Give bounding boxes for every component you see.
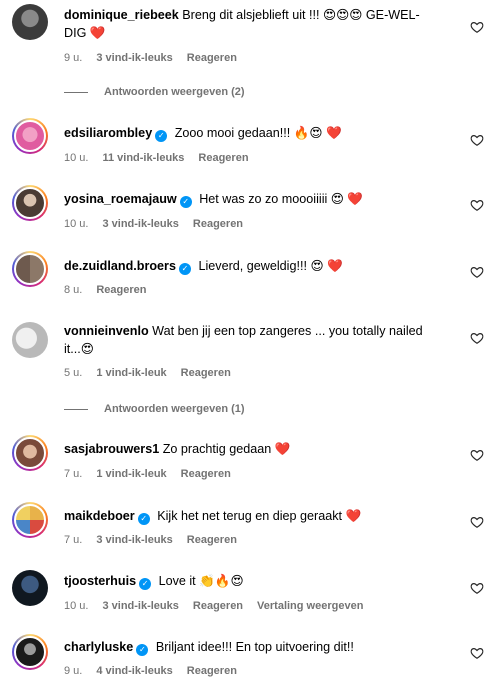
comment-meta: 10 u. 11 vind-ik-leuks Reageren	[64, 152, 263, 164]
comment-meta: 7 u. 3 vind-ik-leuks Reageren	[64, 534, 251, 546]
comment-likes[interactable]: 1 vind-ik-leuk	[96, 468, 166, 480]
verified-badge-icon: ✓	[137, 513, 150, 525]
heart-emoji: ❤️	[274, 442, 291, 456]
avatar[interactable]	[12, 118, 48, 154]
avatar[interactable]	[12, 570, 48, 606]
comment-username[interactable]: yosina_roemajauw	[64, 192, 177, 206]
comment-username[interactable]: sasjabrouwers1	[64, 442, 159, 456]
avatar[interactable]	[12, 435, 48, 471]
comment-meta: 8 u. Reageren	[64, 284, 161, 296]
heart-emoji: ❤️	[327, 259, 343, 273]
heart-outline-icon[interactable]	[470, 198, 484, 212]
comment-text-block: dominique_riebeek Breng dit alsjeblieft …	[64, 6, 432, 42]
reply-button[interactable]: Reageren	[181, 367, 231, 379]
comment-time: 5 u.	[64, 367, 83, 379]
comment-text: Zo prachtig gedaan	[162, 442, 272, 456]
heart-outline-icon[interactable]	[470, 265, 484, 279]
comment-text: Lieverd, geweldig!!! 😍	[198, 259, 324, 273]
comment-likes[interactable]: 4 vind-ik-leuks	[96, 665, 172, 677]
verified-badge-icon: ✓	[139, 578, 152, 590]
comment-text: Briljant idee!!! En top uitvoering dit!!	[155, 640, 354, 654]
comment-text-block: tjoosterhuis ✓ Love it 👏🔥😍	[64, 572, 432, 590]
heart-outline-icon[interactable]	[470, 20, 484, 34]
heart-outline-icon[interactable]	[470, 515, 484, 529]
comment-likes[interactable]: 1 vind-ik-leuk	[96, 367, 166, 379]
reply-button[interactable]: Reageren	[193, 218, 243, 230]
heart-outline-icon[interactable]	[470, 448, 484, 462]
comment-username[interactable]: charlyluske	[64, 640, 133, 654]
heart-emoji: ❤️	[326, 126, 342, 140]
comment-username[interactable]: vonnieinvenlo	[64, 324, 149, 338]
view-replies-label: Antwoorden weergeven (2)	[104, 86, 245, 98]
comment-text: Love it 👏🔥😍	[158, 574, 244, 588]
reply-button[interactable]: Reageren	[181, 468, 231, 480]
comment-meta: 9 u. 3 vind-ik-leuks Reageren	[64, 52, 251, 64]
comment-likes[interactable]: 3 vind-ik-leuks	[96, 534, 172, 546]
heart-outline-icon[interactable]	[470, 646, 484, 660]
reply-button[interactable]: Reageren	[96, 284, 146, 296]
comment-meta: 9 u. 4 vind-ik-leuks Reageren	[64, 665, 251, 677]
avatar[interactable]	[12, 4, 48, 40]
comment-likes[interactable]: 11 vind-ik-leuks	[102, 152, 184, 164]
comment-username[interactable]: edsiliarombley	[64, 126, 152, 140]
heart-outline-icon[interactable]	[470, 133, 484, 147]
comment-time: 10 u.	[64, 218, 89, 230]
comment-meta: 5 u. 1 vind-ik-leuk Reageren	[64, 367, 245, 379]
avatar[interactable]	[12, 634, 48, 670]
comment-username[interactable]: de.zuidland.broers	[64, 259, 176, 273]
comment-text: Het was zo zo moooiiiii 😍	[199, 192, 344, 206]
comment-text-block: vonnieinvenlo Wat ben jij een top zanger…	[64, 322, 432, 358]
comment-text-block: maikdeboer ✓ Kijk het net terug en diep g…	[64, 507, 432, 525]
reply-button[interactable]: Reageren	[187, 534, 237, 546]
comment-text-block: edsiliarombley ✓ Zooo mooi gedaan!!! 🔥😍 ❤…	[64, 124, 432, 142]
reply-button[interactable]: Reageren	[187, 52, 237, 64]
comment-time: 9 u.	[64, 52, 83, 64]
view-replies-button[interactable]: Antwoorden weergeven (2)	[64, 86, 245, 98]
comment-likes[interactable]: 3 vind-ik-leuks	[102, 600, 178, 612]
avatar[interactable]	[12, 251, 48, 287]
comment-time: 7 u.	[64, 534, 83, 546]
comment-meta: 10 u. 3 vind-ik-leuks Reageren	[64, 218, 257, 230]
comment-time: 7 u.	[64, 468, 83, 480]
heart-emoji: ❤️	[347, 192, 364, 206]
comment-time: 9 u.	[64, 665, 83, 677]
comment-text-block: de.zuidland.broers ✓ Lieverd, geweldig!!!…	[64, 257, 432, 275]
verified-badge-icon: ✓	[179, 196, 192, 208]
heart-outline-icon[interactable]	[470, 581, 484, 595]
comment-username[interactable]: maikdeboer	[64, 509, 135, 523]
comment-username[interactable]: dominique_riebeek	[64, 8, 179, 22]
view-replies-button[interactable]: Antwoorden weergeven (1)	[64, 403, 245, 415]
comment-meta: 7 u. 1 vind-ik-leuk Reageren	[64, 468, 245, 480]
comment-meta: 10 u. 3 vind-ik-leuks Reageren Vertaling we…	[64, 600, 377, 612]
reply-button[interactable]: Reageren	[187, 665, 237, 677]
avatar[interactable]	[12, 185, 48, 221]
comment-text-block: charlyluske ✓ Briljant idee!!! En top uit…	[64, 638, 432, 656]
replies-divider	[64, 91, 88, 93]
comment-text-block: sasjabrouwers1 Zo prachtig gedaan ❤️	[64, 440, 432, 458]
reply-button[interactable]: Reageren	[198, 152, 248, 164]
replies-divider	[64, 408, 88, 410]
avatar[interactable]	[12, 322, 48, 358]
avatar[interactable]	[12, 502, 48, 538]
heart-emoji: ❤️	[89, 26, 106, 40]
verified-badge-icon: ✓	[155, 130, 168, 142]
comment-text: Kijk het net terug en diep geraakt	[157, 509, 343, 523]
heart-emoji: ❤️	[345, 509, 362, 523]
view-replies-label: Antwoorden weergeven (1)	[104, 403, 245, 415]
translate-button[interactable]: Vertaling weergeven	[257, 600, 363, 612]
comment-time: 8 u.	[64, 284, 83, 296]
comment-time: 10 u.	[64, 152, 89, 164]
comment-likes[interactable]: 3 vind-ik-leuks	[102, 218, 178, 230]
heart-outline-icon[interactable]	[470, 331, 484, 345]
comment-text: Zooo mooi gedaan!!! 🔥😍	[174, 126, 323, 140]
comment-likes[interactable]: 3 vind-ik-leuks	[96, 52, 172, 64]
comment-time: 10 u.	[64, 600, 89, 612]
verified-badge-icon: ✓	[136, 644, 149, 656]
reply-button[interactable]: Reageren	[193, 600, 243, 612]
comment-username[interactable]: tjoosterhuis	[64, 574, 136, 588]
verified-badge-icon: ✓	[178, 263, 191, 275]
comment-text-block: yosina_roemajauw ✓ Het was zo zo moooiiii…	[64, 190, 432, 208]
